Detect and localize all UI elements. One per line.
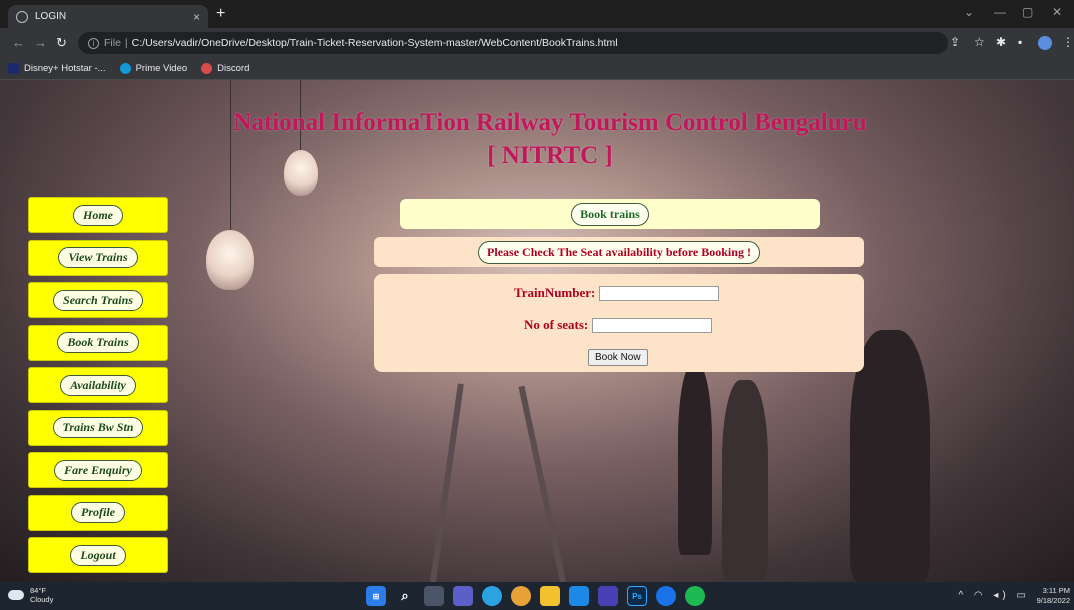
spotify-icon[interactable] [685,586,705,606]
vscode-icon[interactable] [569,586,589,606]
menu-dots-icon[interactable]: ⋮ [1062,35,1074,49]
tab-title: LOGIN [35,11,67,22]
clock-time: 3:11 PM [1042,586,1070,595]
section-title: Book trains [571,202,649,226]
taskbar-apps: ⊞ ⌕ Ps [366,586,705,606]
sidebar-item-trains-bw-stn[interactable]: Trains Bw Stn [28,409,168,446]
browser-toolbar: ← → ↻ i File | C:/Users/vadir/OneDrive/D… [0,28,1074,58]
heading-title: National InformaTion Railway Tourism Con… [233,109,867,136]
light-bulb-icon [206,230,254,290]
person-silhouette [722,380,768,580]
seats-row: No of seats: [524,317,713,333]
globe-icon [16,10,28,23]
telegram-icon[interactable] [482,586,502,606]
sidebar-item-search-trains[interactable]: Search Trains [28,282,168,318]
back-arrow-icon[interactable]: ← [12,35,25,50]
address-url: C:/Users/vadir/OneDrive/Desktop/Train-Ti… [131,37,618,49]
tab-search-icon[interactable]: ⌄ [964,5,974,19]
booking-form: TrainNumber: No of seats: Book Now [374,274,864,372]
system-tray[interactable]: ^ ◠ ◂) ▭ [958,590,1030,601]
sidebar-item-label[interactable]: Fare Enquiry [54,459,142,481]
sidebar-item-fare-enquiry[interactable]: Fare Enquiry [28,452,168,488]
sidebar-item-label[interactable]: Availability [60,374,136,396]
sidebar-item-view-trains[interactable]: View Trains [28,239,168,276]
sidebar-item-label[interactable]: Home [73,204,123,226]
forward-arrow-icon[interactable]: → [34,35,47,50]
taskbar-clock[interactable]: 3:11 PM 9/18/2022 [1037,586,1070,606]
browser-tab[interactable]: LOGIN × [8,5,208,28]
bookmark-discord[interactable]: Discord [201,63,249,74]
sidebar-item-home[interactable]: Home [28,197,168,233]
train-number-input[interactable] [599,285,720,301]
seats-input[interactable] [592,317,713,333]
extensions-icon[interactable]: ✱ [996,35,1006,49]
bookmark-label: Disney+ Hotstar -... [24,63,106,74]
browser-tab-bar: LOGIN × + ⌄ — ▢ ✕ [0,0,1074,28]
weather-temp: 84°F [30,586,46,595]
maximize-button[interactable]: ▢ [1022,5,1033,19]
sidebar-item-profile[interactable]: Profile [28,494,168,531]
sidebar-item-logout[interactable]: Logout [28,537,168,573]
windows-taskbar: 84°F Cloudy ⊞ ⌕ Ps ^ ◠ ◂) ▭ 3:11 PM 9/18… [0,582,1074,610]
sidebar-nav: Home View Trains Search Trains Book Trai… [28,197,168,580]
start-icon[interactable]: ⊞ [366,586,386,606]
site-heading: National InformaTion Railway Tourism Con… [180,106,920,172]
new-tab-button[interactable]: + [216,5,225,23]
book-now-button[interactable]: Book Now [588,349,648,366]
weather-widget[interactable]: 84°F Cloudy [8,586,53,604]
share-icon[interactable]: ⇪ [950,35,960,49]
search-icon[interactable]: ⌕ [395,586,415,606]
seats-label: No of seats: [524,317,589,332]
info-icon[interactable]: i [88,37,99,49]
task-view-icon[interactable] [424,586,444,606]
sidebar-item-label[interactable]: Trains Bw Stn [52,417,144,438]
profile-avatar[interactable] [1038,36,1052,50]
train-number-row: TrainNumber: [514,285,720,301]
rail-left [430,383,464,582]
minimize-button[interactable]: — [994,5,1006,19]
availability-notice: Please Check The Seat availability befor… [478,240,760,264]
edge-icon[interactable] [656,586,676,606]
bookmark-star-icon[interactable]: ☆ [974,35,985,49]
bookmarks-bar: Disney+ Hotstar -... Prime Video Discord [0,58,1074,80]
cloud-icon [8,590,24,600]
bookmark-disney-hotstar[interactable]: Disney+ Hotstar -... [8,63,106,74]
app-icon[interactable] [598,586,618,606]
bookmark-label: Discord [217,63,250,74]
close-window-button[interactable]: ✕ [1052,5,1062,19]
section-title-bar: Book trains [400,199,820,229]
page-viewport: National InformaTion Railway Tourism Con… [0,80,1074,582]
rail-right [518,385,566,582]
person-silhouette [678,365,712,555]
sidebar-item-label[interactable]: Profile [71,502,125,523]
photoshop-icon[interactable]: Ps [627,586,647,606]
heading-abbrev: [ NITRTC ] [487,142,613,169]
sidebar-item-label[interactable]: View Trains [58,247,138,268]
address-protocol: File [104,37,121,49]
chrome-icon[interactable] [511,586,531,606]
prime-video-icon [119,63,131,74]
notice-bar: Please Check The Seat availability befor… [374,237,864,267]
teams-icon[interactable] [453,586,473,606]
reload-icon[interactable]: ↻ [56,35,67,51]
sidebar-item-book-trains[interactable]: Book Trains [28,324,168,361]
bookmark-label: Prime Video [135,63,188,74]
sidepanel-icon[interactable]: ▪ [1018,35,1022,49]
file-explorer-icon[interactable] [540,586,560,606]
address-bar[interactable]: i File | C:/Users/vadir/OneDrive/Desktop… [78,32,948,54]
bookmark-prime-video[interactable]: Prime Video [119,63,188,74]
address-divider: | [124,37,128,49]
discord-icon [201,63,213,74]
clock-date: 9/18/2022 [1036,596,1070,605]
train-number-label: TrainNumber: [514,285,596,300]
sidebar-item-availability[interactable]: Availability [28,367,168,403]
weather-desc: Cloudy [30,595,54,604]
hotstar-icon [8,63,19,74]
tab-close-icon[interactable]: × [193,10,200,24]
sidebar-item-label[interactable]: Book Trains [57,332,139,353]
sidebar-item-label[interactable]: Logout [70,544,126,566]
sidebar-item-label[interactable]: Search Trains [53,289,143,311]
